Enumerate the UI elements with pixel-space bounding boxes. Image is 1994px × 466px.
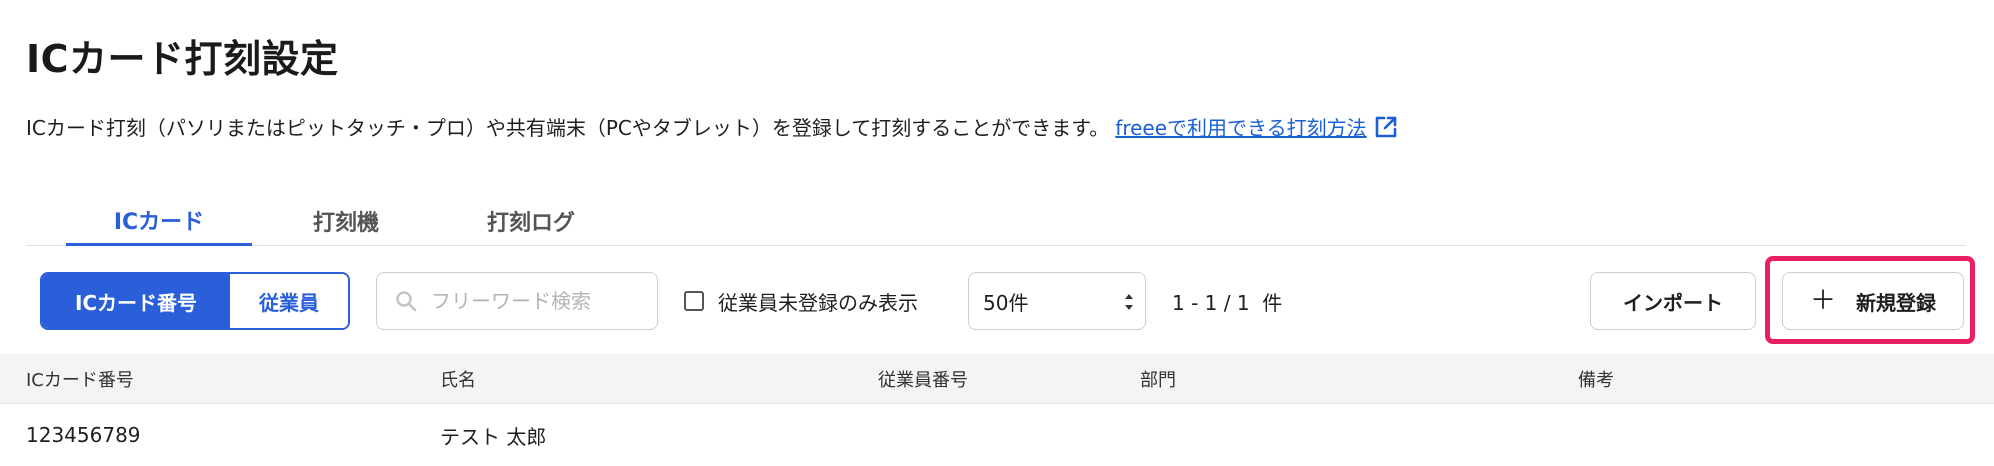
plus-icon: ＋ (1809, 286, 1836, 316)
column-header-note[interactable]: 備考 (1578, 354, 1614, 403)
toolbar: ICカード番号 従業員 従業員未登録のみ表示 50件 1 - 1 / 1 件 イ… (0, 256, 1994, 344)
cell-ic-card-number: 123456789 (26, 423, 141, 447)
unregistered-filter-checkbox[interactable] (684, 291, 704, 311)
table-row[interactable]: 123456789 テスト 太郎 (0, 404, 1994, 466)
page-title: ICカード打刻設定 (26, 37, 339, 81)
segment-ic-card-number[interactable]: ICカード番号 (42, 274, 230, 328)
import-button[interactable]: インポート (1590, 272, 1756, 330)
help-link-text: freeeで利用できる打刻方法 (1115, 116, 1367, 140)
tab-time-clock[interactable]: 打刻機 (276, 196, 416, 246)
ic-card-settings-page: ICカード打刻設定 ICカード打刻（パソリまたはピットタッチ・プロ）や共有端末（… (0, 0, 1994, 466)
description-text: ICカード打刻（パソリまたはピットタッチ・プロ）や共有端末（PCやタブレット）を… (26, 116, 1110, 140)
unregistered-filter-label: 従業員未登録のみ表示 (718, 290, 918, 315)
ic-card-table: ICカード番号 氏名 従業員番号 部門 備考 123456789 テスト 太郎 (0, 354, 1994, 466)
page-size-value: 50件 (983, 290, 1029, 315)
table-header: ICカード番号 氏名 従業員番号 部門 備考 (0, 354, 1994, 404)
cell-name: テスト 太郎 (440, 424, 547, 449)
tab-bar: ICカード 打刻機 打刻ログ (26, 196, 1966, 246)
search-mode-toggle: ICカード番号 従業員 (40, 272, 350, 330)
column-header-name[interactable]: 氏名 (440, 354, 476, 403)
column-header-ic-card-number[interactable]: ICカード番号 (26, 354, 134, 403)
tab-clock-log[interactable]: 打刻ログ (456, 196, 606, 246)
new-register-label: 新規登録 (1856, 290, 1936, 315)
select-arrows-icon (1125, 294, 1133, 310)
page-size-select[interactable]: 50件 (968, 272, 1146, 330)
search-input[interactable] (431, 289, 631, 313)
new-register-button[interactable]: ＋ 新規登録 (1782, 272, 1964, 330)
column-header-department[interactable]: 部門 (1140, 354, 1176, 403)
search-icon (396, 291, 417, 312)
unregistered-filter[interactable]: 従業員未登録のみ表示 (684, 272, 918, 330)
help-link[interactable]: freeeで利用できる打刻方法 (1115, 112, 1398, 141)
segment-employee[interactable]: 従業員 (230, 274, 348, 328)
column-header-employee-number[interactable]: 従業員番号 (878, 354, 968, 403)
tab-ic-card[interactable]: ICカード (66, 196, 252, 246)
search-box (376, 272, 658, 330)
page-description: ICカード打刻（パソリまたはピットタッチ・プロ）や共有端末（PCやタブレット）を… (26, 112, 1399, 141)
external-link-icon (1375, 116, 1396, 137)
result-count: 1 - 1 / 1 件 (1172, 290, 1283, 315)
